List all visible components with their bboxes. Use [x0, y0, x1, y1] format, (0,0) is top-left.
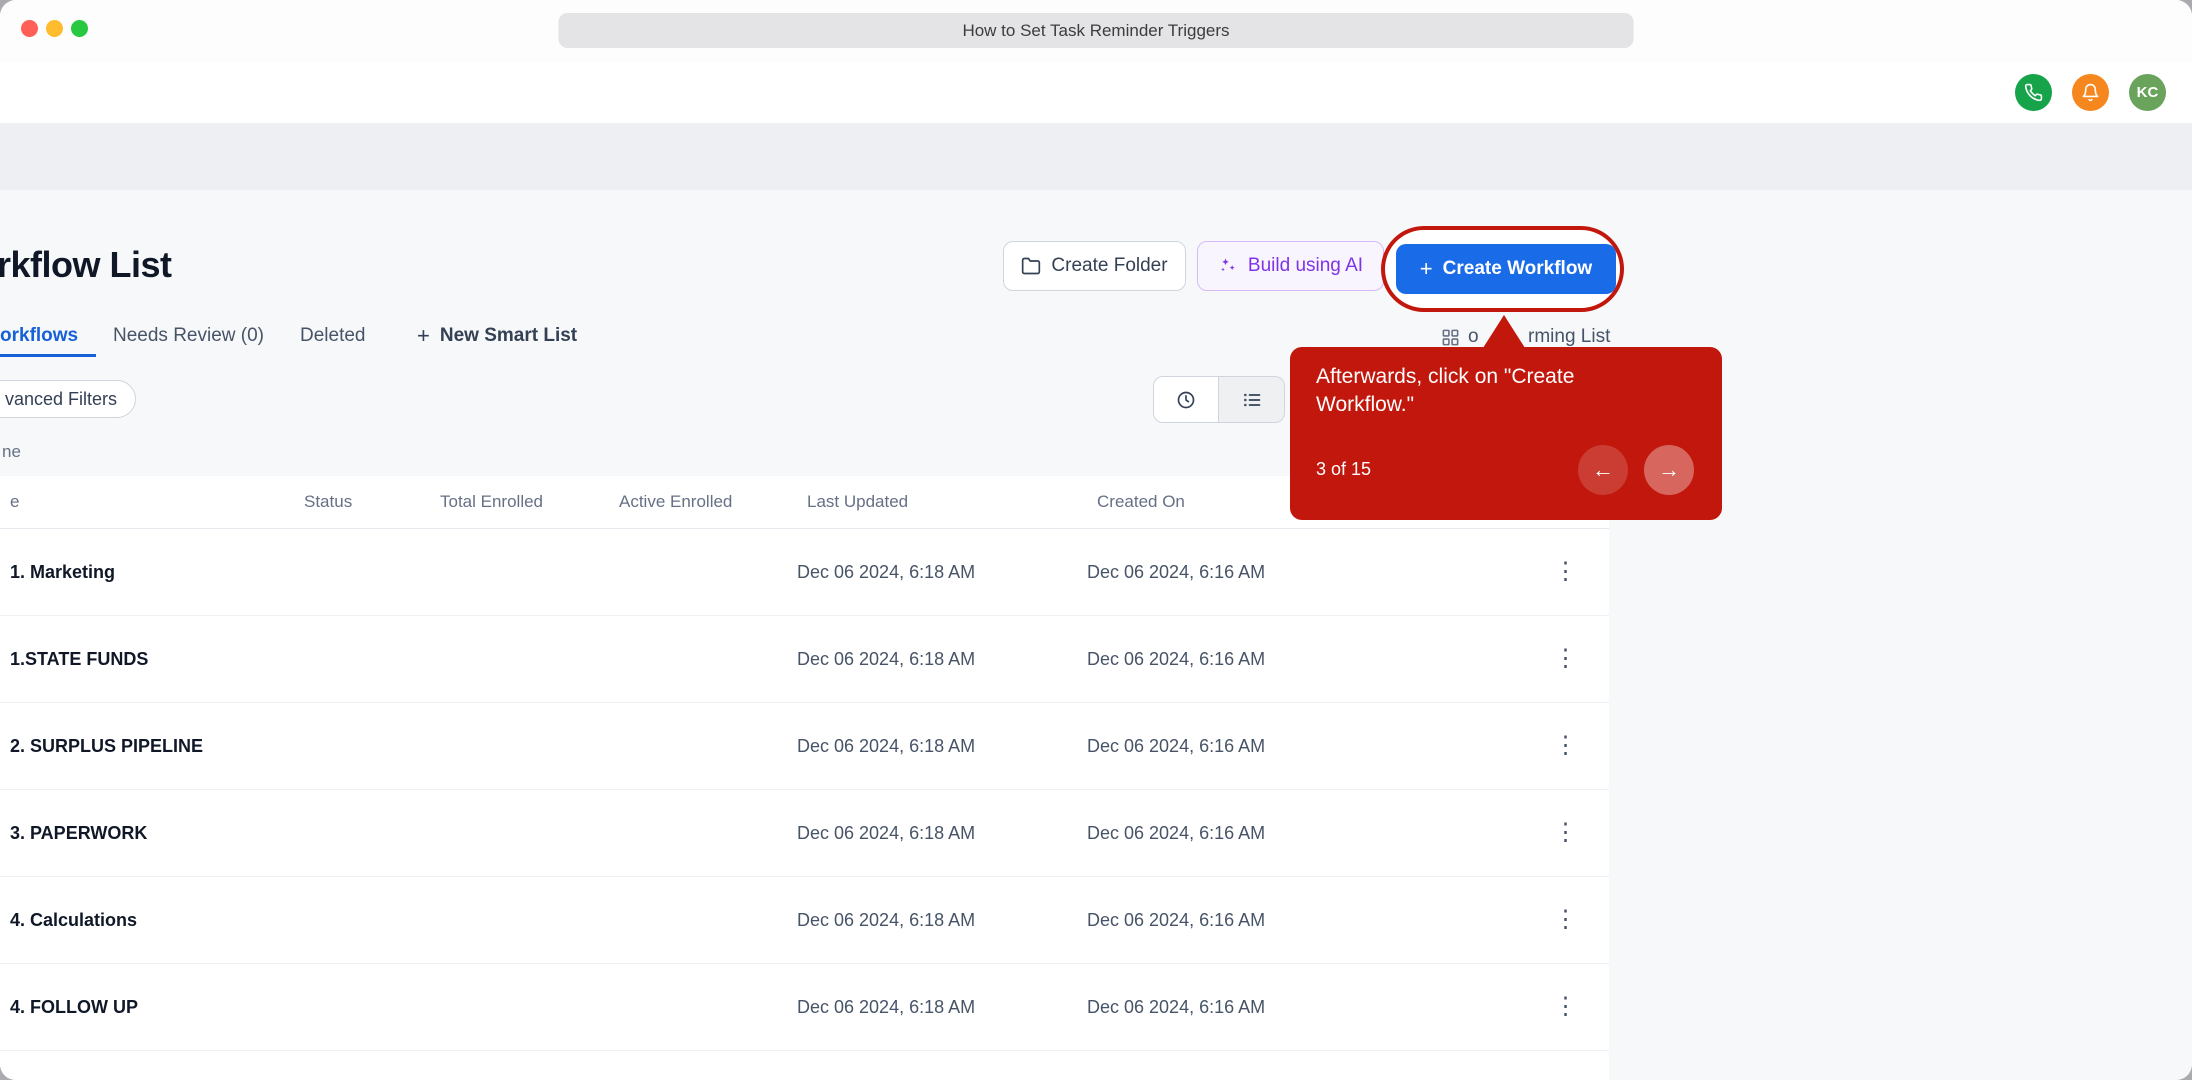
grid-icon — [1441, 328, 1460, 347]
tutorial-tooltip: Afterwards, click on "Create Workflow." … — [1290, 347, 1722, 520]
last-updated-value: Dec 06 2024, 6:18 AM — [797, 910, 1087, 931]
arrow-left-icon: ← — [1592, 457, 1614, 483]
phone-button[interactable] — [2015, 74, 2052, 111]
created-on-value: Dec 06 2024, 6:16 AM — [1087, 562, 1522, 583]
list-icon — [1242, 390, 1262, 410]
created-on-value: Dec 06 2024, 6:16 AM — [1087, 997, 1522, 1018]
close-button[interactable] — [21, 20, 38, 37]
tooltip-caret — [1483, 315, 1525, 348]
advanced-filters-button[interactable]: vanced Filters — [0, 380, 136, 418]
plus-icon: + — [417, 323, 430, 349]
app-header: KC — [0, 62, 2192, 123]
view-toggle-group — [1153, 376, 1285, 423]
workflow-name[interactable]: 3. PAPERWORK — [0, 823, 294, 844]
sub-header-band — [0, 123, 2192, 190]
table-row[interactable]: 1. Marketing Dec 06 2024, 6:18 AM Dec 06… — [0, 529, 1609, 616]
table-row[interactable]: 4. FOLLOW UP Dec 06 2024, 6:18 AM Dec 06… — [0, 964, 1609, 1051]
notifications-button[interactable] — [2072, 74, 2109, 111]
history-view-button[interactable] — [1153, 376, 1219, 423]
magic-wand-icon — [1218, 256, 1238, 276]
tooltip-text: Afterwards, click on "Create Workflow." — [1316, 363, 1616, 420]
last-updated-value: Dec 06 2024, 6:18 AM — [797, 736, 1087, 757]
phone-icon — [2024, 83, 2043, 102]
workflow-name[interactable]: 1. Marketing — [0, 562, 294, 583]
last-updated-value: Dec 06 2024, 6:18 AM — [797, 649, 1087, 670]
zoom-button[interactable] — [71, 20, 88, 37]
created-on-value: Dec 06 2024, 6:16 AM — [1087, 910, 1522, 931]
kebab-menu-icon[interactable]: ⋮ — [1554, 560, 1578, 584]
main-content: rkflow List Create Folder Build using AI… — [0, 190, 2192, 1080]
create-folder-label: Create Folder — [1051, 255, 1167, 277]
build-using-ai-button[interactable]: Build using AI — [1197, 241, 1384, 291]
workflow-name[interactable]: 4. Calculations — [0, 910, 294, 931]
plus-icon: + — [1420, 256, 1433, 282]
created-on-value: Dec 06 2024, 6:16 AM — [1087, 649, 1522, 670]
tooltip-prev-button[interactable]: ← — [1578, 445, 1628, 495]
page-title: rkflow List — [0, 244, 172, 286]
last-updated-value: Dec 06 2024, 6:18 AM — [797, 562, 1087, 583]
workflow-table: e Status Total Enrolled Active Enrolled … — [0, 476, 1609, 1080]
avatar[interactable]: KC — [2129, 74, 2166, 111]
new-smart-list-button[interactable]: + New Smart List — [417, 318, 577, 354]
list-view-button[interactable] — [1219, 376, 1285, 423]
clock-icon — [1176, 390, 1196, 410]
kebab-menu-icon[interactable]: ⋮ — [1554, 647, 1578, 671]
workflow-name[interactable]: 4. FOLLOW UP — [0, 997, 294, 1018]
partial-list-label: rming List — [1528, 326, 1610, 348]
created-on-value: Dec 06 2024, 6:16 AM — [1087, 736, 1522, 757]
col-status: Status — [294, 492, 430, 512]
titlebar: How to Set Task Reminder Triggers — [0, 0, 2192, 62]
new-smart-list-label: New Smart List — [440, 325, 577, 347]
active-tab-underline — [0, 354, 96, 357]
window-title: How to Set Task Reminder Triggers — [559, 13, 1634, 48]
tab-needs-review[interactable]: Needs Review (0) — [113, 318, 264, 354]
tab-bar: orkflows Needs Review (0) Deleted + New … — [0, 318, 2192, 358]
workflow-name[interactable]: 1.STATE FUNDS — [0, 649, 294, 670]
tooltip-next-button[interactable]: → — [1644, 445, 1694, 495]
col-name: e — [0, 492, 294, 512]
create-folder-button[interactable]: Create Folder — [1003, 241, 1186, 291]
table-row[interactable]: 3. PAPERWORK Dec 06 2024, 6:18 AM Dec 06… — [0, 790, 1609, 877]
kebab-menu-icon[interactable]: ⋮ — [1554, 908, 1578, 932]
col-active-enrolled: Active Enrolled — [609, 492, 797, 512]
table-row[interactable]: 4. Calculations Dec 06 2024, 6:18 AM Dec… — [0, 877, 1609, 964]
name-label-fragment: ne — [2, 442, 21, 462]
app-window: How to Set Task Reminder Triggers KC rkf… — [0, 0, 2192, 1080]
partial-list-label: o — [1468, 326, 1479, 348]
arrow-right-icon: → — [1658, 457, 1680, 483]
create-workflow-label: Create Workflow — [1443, 258, 1593, 280]
table-row[interactable]: 2. SURPLUS PIPELINE Dec 06 2024, 6:18 AM… — [0, 703, 1609, 790]
folder-icon — [1021, 256, 1041, 276]
table-row[interactable]: 1.STATE FUNDS Dec 06 2024, 6:18 AM Dec 0… — [0, 616, 1609, 703]
kebab-menu-icon[interactable]: ⋮ — [1554, 821, 1578, 845]
workflow-name[interactable]: 2. SURPLUS PIPELINE — [0, 736, 294, 757]
kebab-menu-icon[interactable]: ⋮ — [1554, 995, 1578, 1019]
minimize-button[interactable] — [46, 20, 63, 37]
tab-deleted[interactable]: Deleted — [300, 318, 366, 354]
col-total-enrolled: Total Enrolled — [430, 492, 609, 512]
create-workflow-button[interactable]: + Create Workflow — [1396, 244, 1616, 294]
created-on-value: Dec 06 2024, 6:16 AM — [1087, 823, 1522, 844]
build-using-ai-label: Build using AI — [1248, 255, 1363, 277]
col-last-updated: Last Updated — [797, 492, 1087, 512]
bell-icon — [2081, 83, 2100, 102]
tab-workflows[interactable]: orkflows — [0, 318, 78, 354]
kebab-menu-icon[interactable]: ⋮ — [1554, 734, 1578, 758]
last-updated-value: Dec 06 2024, 6:18 AM — [797, 997, 1087, 1018]
last-updated-value: Dec 06 2024, 6:18 AM — [797, 823, 1087, 844]
tooltip-step-counter: 3 of 15 — [1316, 459, 1371, 480]
